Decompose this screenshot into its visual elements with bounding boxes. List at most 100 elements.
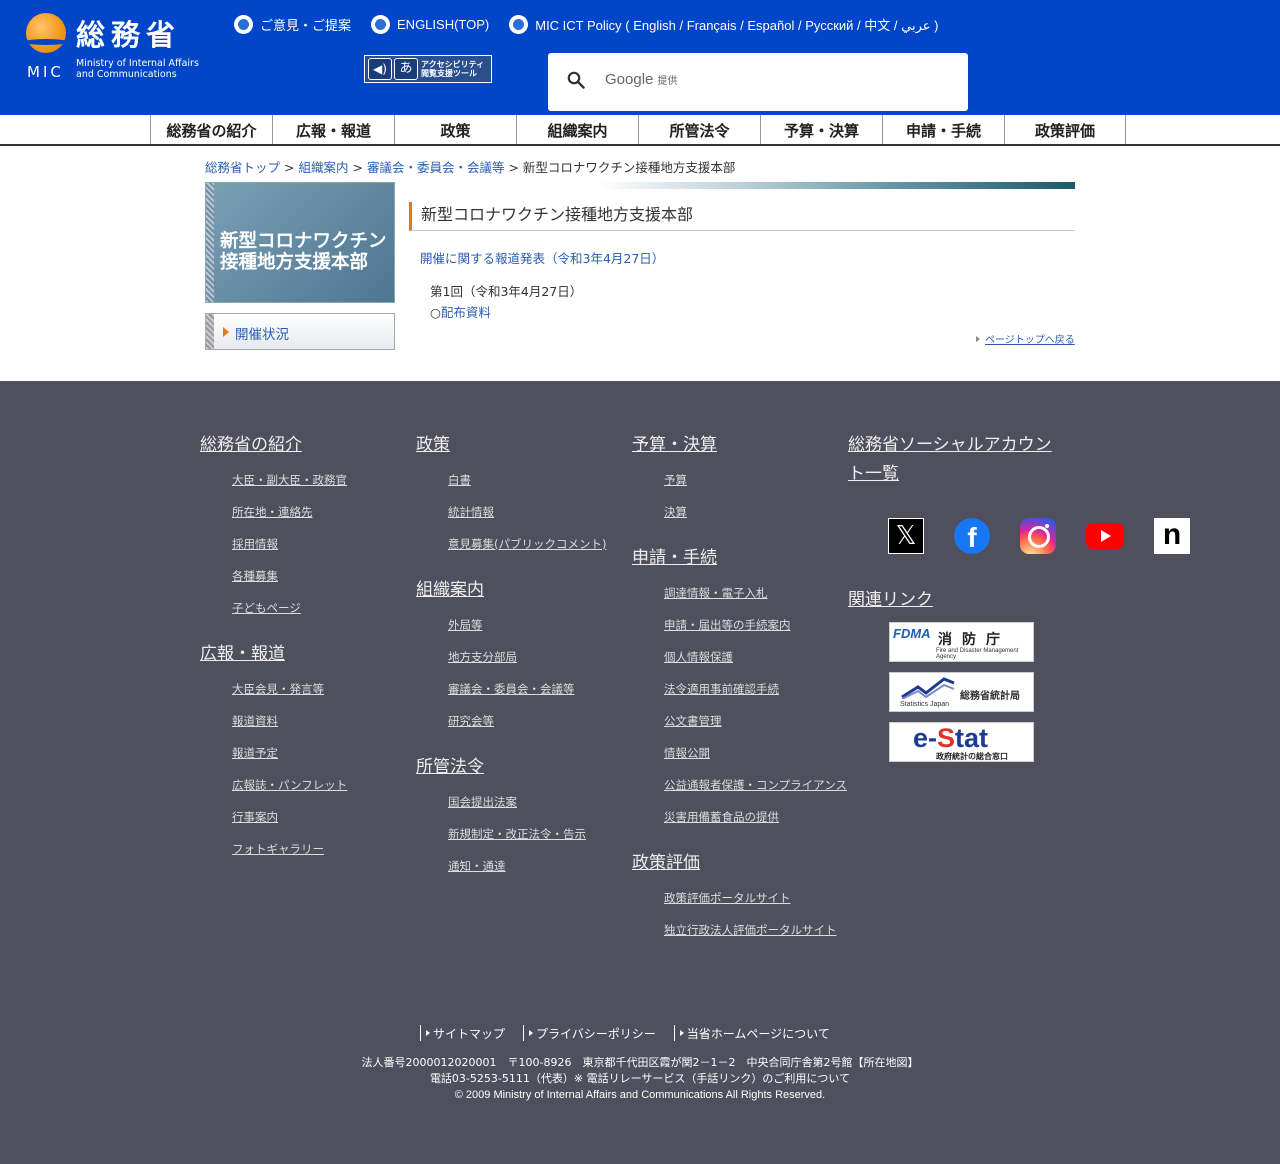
footer-link[interactable]: 各種募集 [232,560,416,592]
footer-heading-about[interactable]: 総務省の紹介 [200,431,416,460]
footer-link[interactable]: 報道予定 [232,737,416,769]
opinion-link[interactable]: ご意見・ご提案 [234,14,351,34]
search-icon[interactable] [567,71,585,89]
estat-banner[interactable]: e-Stat 政府統計の総合窓口 [889,722,1034,762]
gnav-item-budget[interactable]: 予算・決算 [760,115,882,144]
breadcrumb-separator: > [284,160,295,175]
fdma-name: 消防庁 [938,632,1010,648]
gnav-item-evaluation[interactable]: 政策評価 [1004,115,1126,144]
accessibility-tool-line2: 閲覧支援ツール [421,69,477,78]
footer-link[interactable]: 情報公開 [664,737,848,769]
triangle-right-icon [426,1030,430,1036]
footer-link[interactable]: 通知・通達 [448,850,632,882]
footer-link[interactable]: 独立行政法人評価ポータルサイト [664,914,848,946]
statistics-bureau-banner[interactable]: 総務省統計局 Statistics Japan [889,672,1034,712]
x-twitter-icon[interactable]: 𝕏 [888,518,924,554]
address-bracket: 】 [907,1056,919,1069]
footer-link[interactable]: 研究会等 [448,705,632,737]
footer-heading-policy[interactable]: 政策 [416,431,632,460]
gnav-item-about[interactable]: 総務省の紹介 [150,115,272,144]
note-icon[interactable]: n [1154,518,1190,554]
footer-link[interactable]: 申請・届出等の手続案内 [664,609,848,641]
footer-link[interactable]: 政策評価ポータルサイト [664,882,848,914]
footer-link[interactable]: 新規制定・改正法令・告示 [448,818,632,850]
footer-heading-laws[interactable]: 所管法令 [416,753,632,782]
footer-group-policy: 政策白書 統計情報 意見募集(パブリックコメント) [416,431,632,560]
gnav-item-applications[interactable]: 申請・手続 [882,115,1004,144]
gnav-item-organization[interactable]: 組織案内 [516,115,638,144]
footer-link[interactable]: 大臣・副大臣・政務官 [232,464,416,496]
triangle-right-icon [679,1030,684,1036]
footer-link[interactable]: 地方支分部局 [448,641,632,673]
sidebar-title: 新型コロナワクチン接種地方支援本部 [205,182,395,303]
breadcrumb: 総務省トップ > 組織案内 > 審議会・委員会・会議等 > 新型コロナワクチン接… [205,157,735,176]
footer-link[interactable]: 審議会・委員会・会議等 [448,673,632,705]
social-accounts-heading[interactable]: 総務省ソーシャルアカウン ト一覧 [848,431,1078,489]
about-site-link[interactable]: 当省ホームページについて [673,1025,848,1041]
breadcrumb-top[interactable]: 総務省トップ [205,160,280,175]
page-top-link[interactable]: ページトップへ戻る [976,331,1075,346]
accessibility-tool-button[interactable]: ◀) あ アクセシビリティ 閲覧支援ツール [364,55,492,83]
footer-column-3: 予算・決算予算 決算申請・手続調達情報・電子入札 申請・届出等の手続案内 個人情報保護… [632,431,848,962]
footer-link[interactable]: 広報誌・パンフレット [232,769,416,801]
footer-link[interactable]: 法令適用事前確認手続 [664,673,848,705]
footer-heading-budget[interactable]: 予算・決算 [632,431,848,460]
footer-link[interactable]: 調達情報・電子入札 [664,577,848,609]
footer-column-2: 政策白書 統計情報 意見募集(パブリックコメント) 組織案内外局等 地方支分部局 審議会・… [416,431,632,898]
footer-link[interactable]: 災害用備蓄食品の提供 [664,801,848,833]
footer-link[interactable]: 報道資料 [232,705,416,737]
footer-link[interactable]: 公文書管理 [664,705,848,737]
footer-link[interactable]: 公益通報者保護・コンプライアンス [664,769,848,801]
logo-english-line1: Ministry of Internal Affairs [76,58,199,69]
fdma-banner[interactable]: FDMA 消防庁 Fire and Disaster Management Ag… [889,622,1034,662]
map-link[interactable]: 所在地図 [863,1056,907,1069]
privacy-policy-label: プライバシーポリシー [536,1026,656,1041]
gnav-item-policy[interactable]: 政策 [394,115,516,144]
sitemap-link[interactable]: サイトマップ [420,1025,523,1041]
sidebar-item-meeting-status[interactable]: 開催状況 [205,313,395,350]
english-top-link[interactable]: ENGLISH(TOP) [371,14,489,34]
instagram-icon[interactable] [1020,518,1056,554]
radio-bullet-icon [371,14,391,34]
related-links-heading[interactable]: 関連リンク [848,586,933,615]
footer-link[interactable]: 個人情報保護 [664,641,848,673]
relay-service-link[interactable]: ※ 電話リレーサービス（手話リンク）のご利用について [574,1072,850,1085]
footer-heading-evaluation[interactable]: 政策評価 [632,849,848,878]
youtube-icon[interactable] [1086,523,1124,549]
logo-kanji: 総務省 [76,18,182,52]
gnav-item-laws[interactable]: 所管法令 [638,115,760,144]
footer-link[interactable]: フォトギャラリー [232,833,416,865]
social-heading-line1: 総務省ソーシャルアカウン [848,435,1052,455]
material-bullet: ○ [430,305,441,320]
footer-heading-applications[interactable]: 申請・手続 [632,544,848,573]
facebook-icon[interactable]: f [954,518,990,554]
footer-link[interactable]: 統計情報 [448,496,632,528]
gnav-item-press[interactable]: 広報・報道 [272,115,394,144]
footer-link[interactable]: 大臣会見・発言等 [232,673,416,705]
footer-link[interactable]: 国会提出法案 [448,786,632,818]
footer-link[interactable]: 外局等 [448,609,632,641]
footer-link[interactable]: 行事案内 [232,801,416,833]
footer-link[interactable]: 採用情報 [232,528,416,560]
material-link[interactable]: 配布資料 [441,305,491,320]
breadcrumb-councils[interactable]: 審議会・委員会・会議等 [367,160,505,175]
sidebar-item-label[interactable]: 開催状況 [235,323,289,343]
ict-policy-link[interactable]: MIC ICT Policy ( English / Français / Es… [509,14,938,34]
footer-link[interactable]: 決算 [664,496,848,528]
footer-link[interactable]: 白書 [448,464,632,496]
footer-link[interactable]: 所在地・連絡先 [232,496,416,528]
footer-link[interactable]: 意見募集(パブリックコメント) [448,528,632,560]
breadcrumb-organization[interactable]: 組織案内 [298,160,348,175]
copyright: © 2009 Ministry of Internal Affairs and … [454,1089,826,1101]
triangle-right-icon [976,335,980,342]
search-input[interactable] [600,67,940,95]
privacy-policy-link[interactable]: プライバシーポリシー [523,1025,674,1041]
footer-heading-press[interactable]: 広報・報道 [200,640,416,669]
statistics-bureau-name: 総務省統計局 [960,691,1020,702]
mic-logo[interactable]: 総務省 MIC Ministry of Internal Affairs and… [24,13,211,83]
footer-heading-organization[interactable]: 組織案内 [416,576,632,605]
footer-link[interactable]: 子どもページ [232,592,416,624]
footer-link[interactable]: 予算 [664,464,848,496]
breadcrumb-separator: > [508,160,519,175]
press-release-link[interactable]: 開催に関する報道発表（令和3年4月27日） [420,248,664,267]
